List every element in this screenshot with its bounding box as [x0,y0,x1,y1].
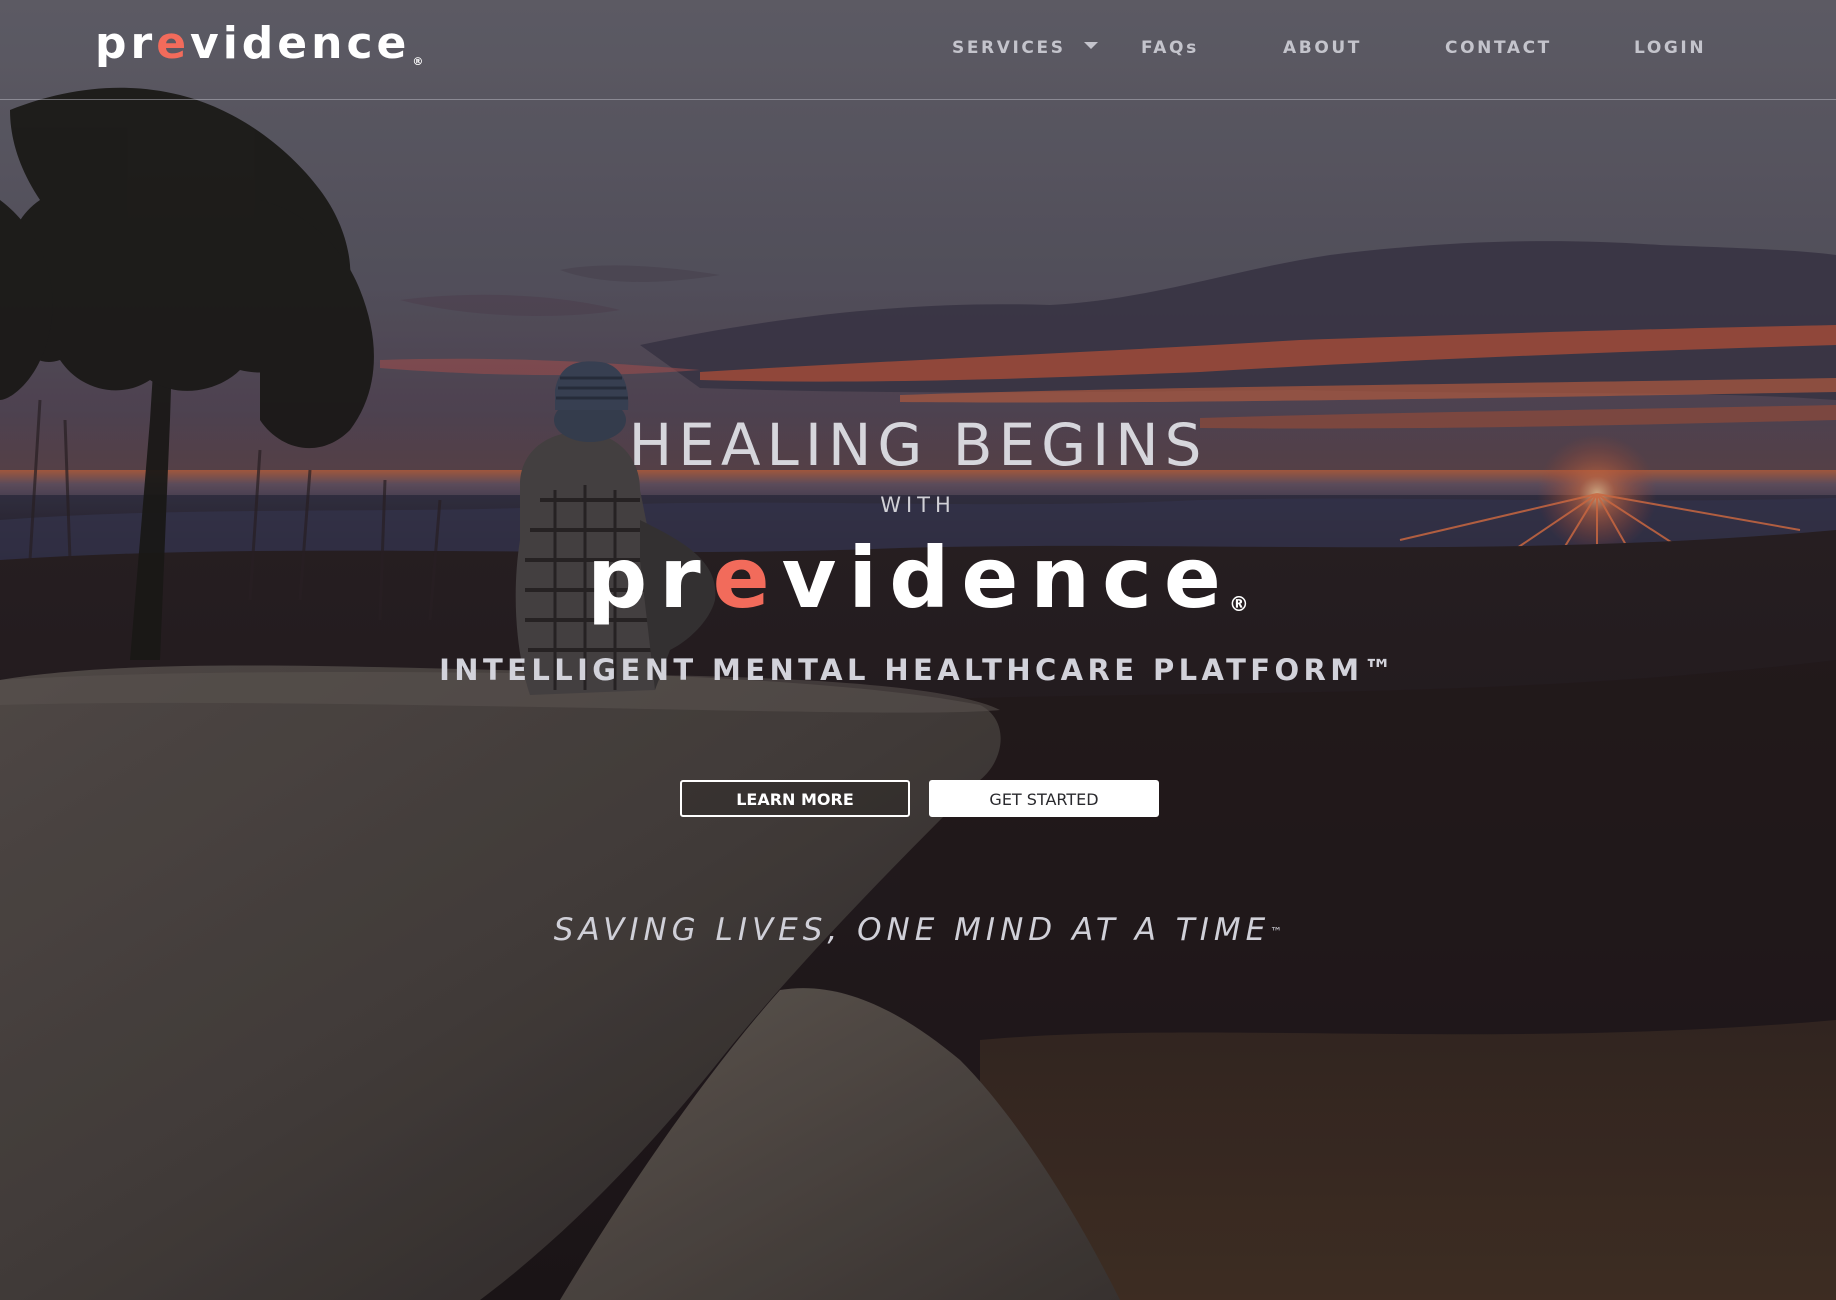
get-started-button[interactable]: GET STARTED [929,780,1159,817]
nav-item-label: ABOUT [1283,38,1362,58]
logo-registered-mark: ® [412,55,424,68]
brand-text-accent: e [712,529,782,627]
nav-item-faqs[interactable]: FAQs [1141,36,1199,60]
nav-item-label: LOGIN [1634,38,1707,58]
hero-brand-logo: previdence® [0,528,1836,628]
brand-text-prefix: pr [587,529,713,627]
header-logo[interactable]: previdence ® [95,14,423,74]
hero-with-text: WITH [880,493,956,517]
logo-text-suffix: vidence [190,18,411,69]
nav-item-label: CONTACT [1445,38,1552,58]
nav-item-services[interactable]: SERVICES [952,36,1098,60]
tagline-trademark: ™ [1270,925,1283,939]
hero-title: HEALING BEGINS [628,411,1208,479]
learn-more-button[interactable]: LEARN MORE [680,780,910,817]
brand-text-suffix: vidence [781,529,1233,627]
page: previdence ® SERVICES FAQs ABOUT CONTACT … [0,0,1836,1300]
hero-tagline: SAVING LIVES, ONE MIND AT A TIME™ [0,908,1836,952]
site-header: previdence ® SERVICES FAQs ABOUT CONTACT … [0,0,1836,100]
nav-item-about[interactable]: ABOUT [1283,36,1362,60]
chevron-down-icon [1083,41,1098,49]
tagline-text: SAVING LIVES, ONE MIND AT A TIME [553,912,1271,948]
brand-registered-mark: ® [1228,592,1249,616]
nav-item-contact[interactable]: CONTACT [1445,36,1552,60]
logo-text-prefix: pr [95,18,157,69]
hero-subtitle: INTELLIGENT MENTAL HEALTHCARE PLATFORM™ [439,653,1397,687]
nav-item-login[interactable]: LOGIN [1634,36,1706,60]
nav-item-label: SERVICES [952,38,1066,58]
nav-item-label: FAQs [1141,38,1199,58]
logo-text-accent: e [156,18,191,69]
